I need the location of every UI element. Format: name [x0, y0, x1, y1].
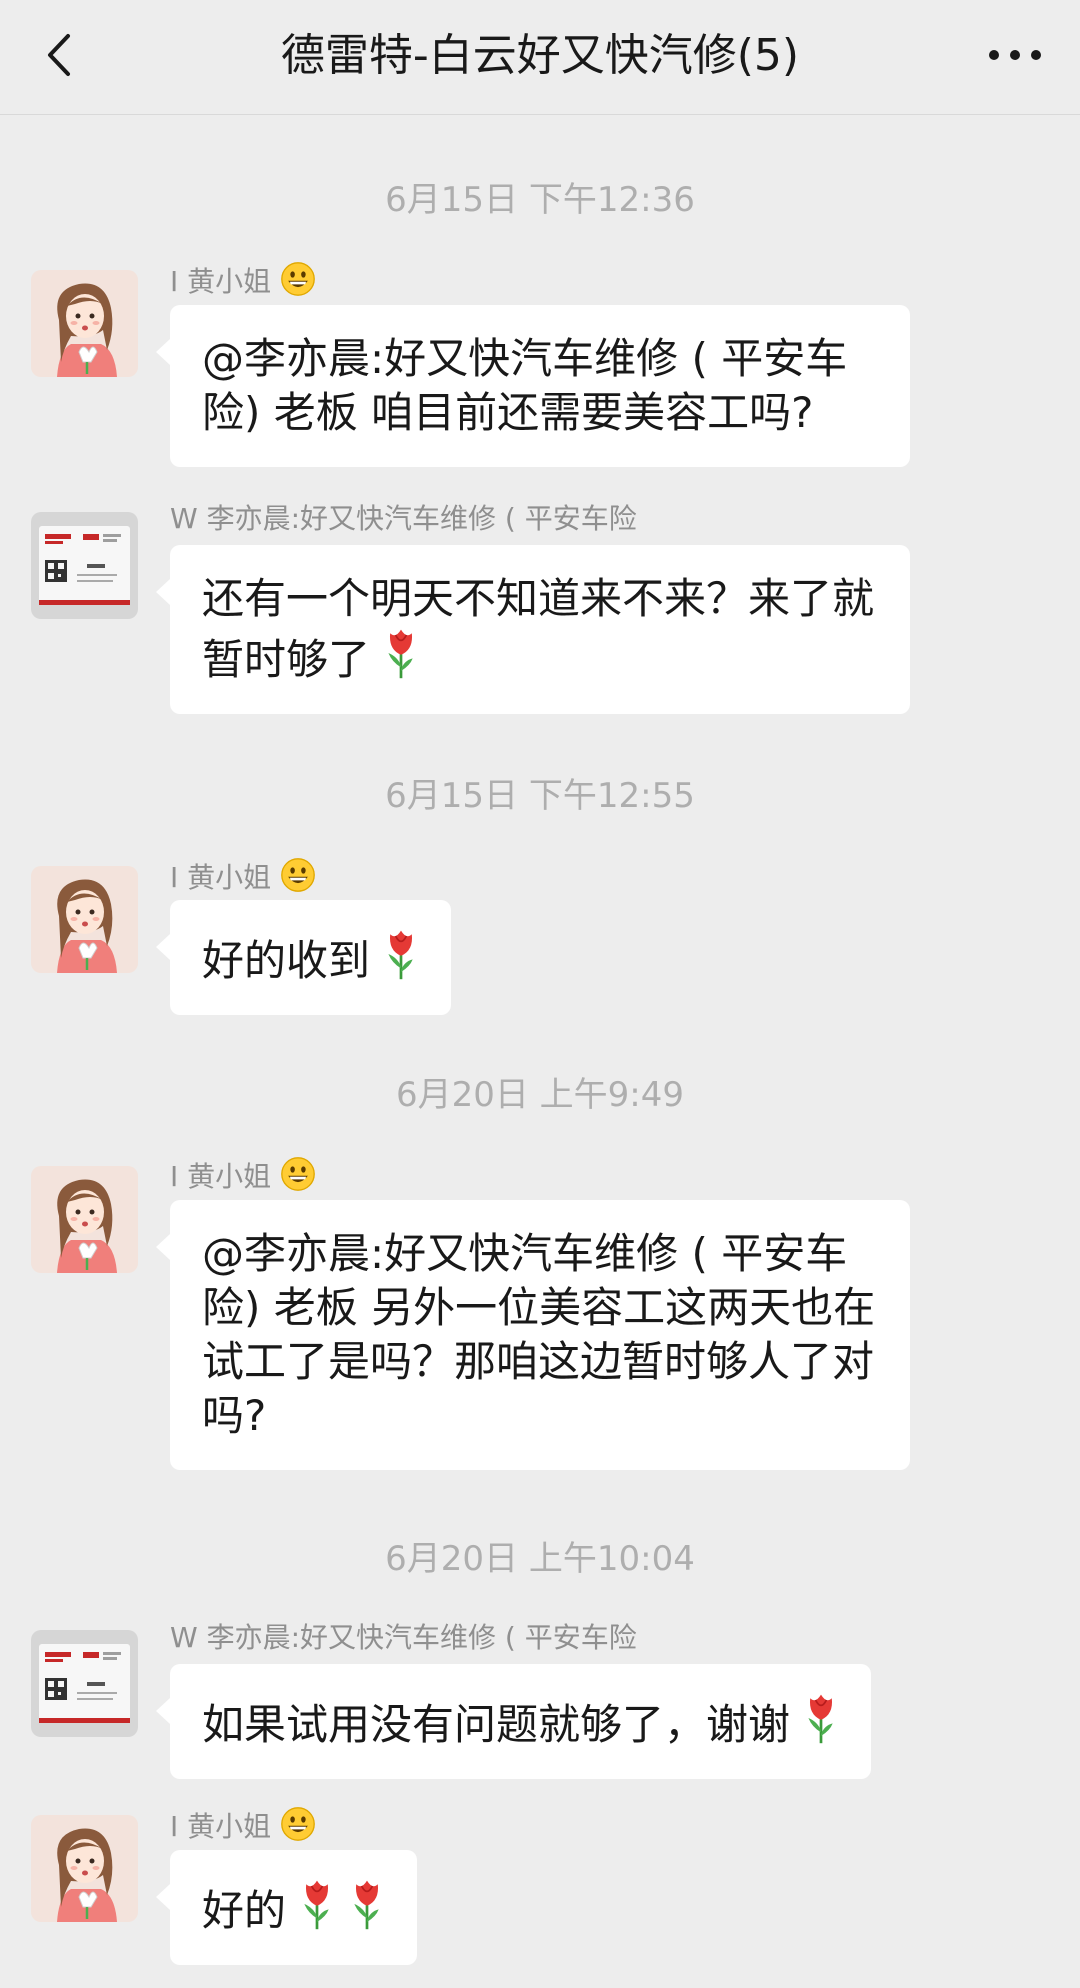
timestamp: 6月20日 上午10:04	[385, 1539, 695, 1579]
message-bubble[interactable]: 好的收到	[155, 900, 452, 1015]
tulip-icon	[803, 1691, 839, 1745]
girl-with-flowers-avatar[interactable]	[31, 866, 138, 973]
message-bubble[interactable]: 好的	[156, 1850, 417, 1965]
sender-name: I 黄小姐	[170, 261, 316, 300]
sender-name: W 李亦晨:好又快汽车维修 ( 平安车险	[170, 1621, 637, 1654]
message-text: 好的	[202, 1886, 287, 1935]
tulip-icon	[383, 927, 419, 981]
girl-with-flowers-avatar[interactable]	[31, 270, 138, 377]
girl-with-flowers-avatar[interactable]	[31, 1166, 138, 1273]
grinning-face-icon	[280, 1806, 316, 1842]
tulip-icon	[299, 1877, 335, 1931]
grinning-face-icon	[280, 261, 316, 297]
sender-name: W 李亦晨:好又快汽车维修 ( 平安车险	[170, 502, 637, 535]
message-text: 好的收到	[202, 936, 371, 985]
chat-header: 德雷特-白云好又快汽修(5)	[0, 0, 1080, 115]
message-text: 如果试用没有问题就够了，谢谢	[202, 1700, 791, 1749]
message-text: 还有一个明天不知道来不来？来了就暂时够了	[202, 574, 875, 684]
business-card-avatar[interactable]	[31, 1630, 138, 1737]
timestamp: 6月20日 上午9:49	[395, 1075, 685, 1115]
message-bubble[interactable]: @李亦晨:好又快汽车维修 ( 平安车险) 老板 咱目前还需要美容工吗?	[156, 305, 910, 467]
chat-title: 德雷特-白云好又快汽修(5)	[280, 30, 800, 81]
message-text: @李亦晨:好又快汽车维修 ( 平安车险) 老板 另外一位美容工这两天也在试工了是…	[202, 1229, 876, 1440]
timestamp: 6月15日 下午12:55	[385, 776, 695, 816]
message-bubble[interactable]: @李亦晨:好又快汽车维修 ( 平安车险) 老板 另外一位美容工这两天也在试工了是…	[156, 1200, 910, 1470]
ellipsis-icon[interactable]	[980, 30, 1050, 80]
message-text: @李亦晨:好又快汽车维修 ( 平安车险) 老板 咱目前还需要美容工吗?	[202, 334, 848, 437]
tulip-icon	[383, 626, 419, 680]
business-card-avatar[interactable]	[31, 512, 138, 619]
chevron-left-icon[interactable]	[38, 30, 88, 80]
message-bubble[interactable]: 如果试用没有问题就够了，谢谢	[155, 1664, 872, 1779]
sender-name: I 黄小姐	[170, 1806, 316, 1845]
sender-name: I 黄小姐	[170, 857, 316, 896]
grinning-face-icon	[280, 1156, 316, 1192]
message-bubble[interactable]: 还有一个明天不知道来不来？来了就暂时够了	[156, 545, 910, 714]
grinning-face-icon	[280, 857, 316, 893]
girl-with-flowers-avatar[interactable]	[31, 1815, 138, 1922]
timestamp: 6月15日 下午12:36	[385, 180, 695, 220]
tulip-icon	[349, 1877, 385, 1931]
sender-name: I 黄小姐	[170, 1156, 316, 1195]
